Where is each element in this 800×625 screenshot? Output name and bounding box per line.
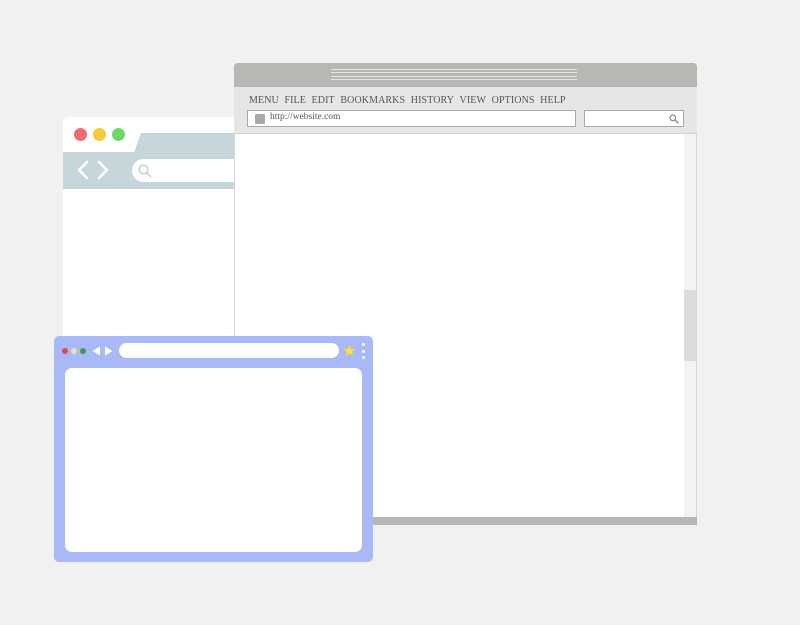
forward-icon[interactable] — [104, 346, 113, 356]
menu-item-view[interactable]: VIEW — [460, 95, 487, 106]
address-bar[interactable] — [119, 343, 339, 358]
close-window-button[interactable] — [62, 348, 68, 354]
scrollbar-thumb[interactable] — [684, 290, 696, 361]
drag-grip[interactable] — [331, 69, 577, 80]
menu-item-file[interactable]: FILE — [284, 95, 306, 106]
vertical-scrollbar[interactable] — [684, 134, 696, 517]
address-bar[interactable]: http://website.com — [247, 110, 576, 127]
search-input[interactable] — [584, 110, 684, 127]
search-icon — [669, 114, 679, 124]
address-url: http://website.com — [270, 112, 341, 122]
close-window-button[interactable] — [74, 128, 87, 141]
desktop-canvas: MENU FILE EDIT BOOKMARKS HISTORY VIEW OP… — [0, 0, 800, 625]
star-icon[interactable] — [343, 344, 356, 357]
browser-chrome: MENU FILE EDIT BOOKMARKS HISTORY VIEW OP… — [234, 87, 697, 134]
maximize-window-button[interactable] — [112, 128, 125, 141]
back-icon[interactable] — [92, 346, 101, 356]
page-content — [65, 368, 362, 552]
menu-item-help[interactable]: HELP — [540, 95, 565, 106]
search-icon — [138, 164, 152, 178]
title-bar[interactable] — [234, 63, 697, 87]
forward-icon[interactable] — [97, 160, 109, 180]
back-icon[interactable] — [77, 160, 89, 180]
menu-item-edit[interactable]: EDIT — [312, 95, 335, 106]
window-controls — [62, 348, 86, 354]
menu-item-menu[interactable]: MENU — [249, 95, 279, 106]
front-browser-window — [54, 336, 373, 562]
minimize-window-button[interactable] — [93, 128, 106, 141]
menu-item-bookmarks[interactable]: BOOKMARKS — [340, 95, 405, 106]
more-vertical-icon[interactable] — [361, 343, 365, 359]
nav-arrows — [92, 346, 113, 356]
maximize-window-button[interactable] — [80, 348, 86, 354]
window-controls — [74, 128, 125, 141]
favicon-icon — [255, 114, 265, 124]
menu-bar: MENU FILE EDIT BOOKMARKS HISTORY VIEW OP… — [249, 95, 569, 106]
minimize-window-button[interactable] — [71, 348, 77, 354]
nav-arrows — [77, 160, 109, 180]
menu-item-options[interactable]: OPTIONS — [492, 95, 535, 106]
menu-item-history[interactable]: HISTORY — [411, 95, 454, 106]
